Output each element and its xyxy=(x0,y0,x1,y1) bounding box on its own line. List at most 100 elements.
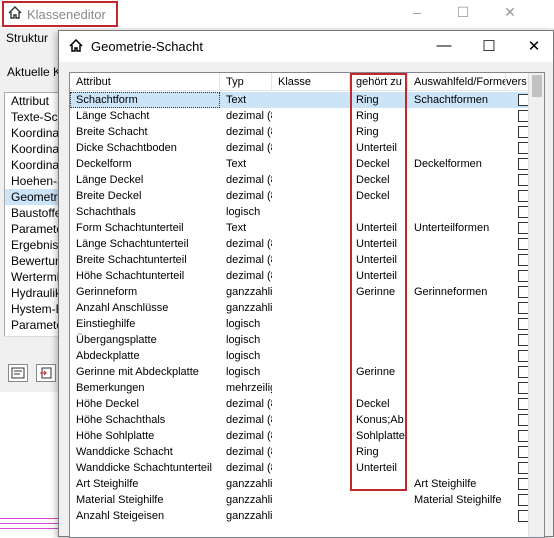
cell-attribut[interactable]: Gerinneform xyxy=(70,284,220,300)
table-row[interactable]: Höhe Deckel dezimal (8 Deckel xyxy=(70,396,544,412)
cell-attribut[interactable]: Höhe Deckel xyxy=(70,396,220,412)
cell-auswahlfeld[interactable]: Art Steighilfe xyxy=(408,476,506,492)
cell-auswahlfeld[interactable] xyxy=(408,380,506,396)
cell-attribut[interactable]: Deckelform xyxy=(70,156,220,172)
cell-gehoert-zu[interactable]: Deckel xyxy=(350,396,408,412)
class-list-item[interactable]: Parameter xyxy=(5,317,61,333)
cell-gehoert-zu[interactable] xyxy=(350,300,408,316)
cell-gehoert-zu[interactable]: Gerinne xyxy=(350,284,408,300)
cell-klasse[interactable] xyxy=(272,332,350,348)
cell-attribut[interactable]: Höhe Schachtunterteil xyxy=(70,268,220,284)
cell-typ[interactable]: logisch xyxy=(220,332,272,348)
cell-auswahlfeld[interactable]: Gerinneformen xyxy=(408,284,506,300)
cell-attribut[interactable]: Wanddicke Schachtunterteil xyxy=(70,460,220,476)
cell-typ[interactable]: dezimal (8 xyxy=(220,140,272,156)
cell-attribut[interactable]: Material Steighilfe xyxy=(70,492,220,508)
cell-attribut[interactable]: Dicke Schachtboden xyxy=(70,140,220,156)
cell-typ[interactable]: ganzzahlig xyxy=(220,508,272,524)
cell-klasse[interactable] xyxy=(272,236,350,252)
cell-gehoert-zu[interactable] xyxy=(350,332,408,348)
close-icon[interactable]: ✕ xyxy=(519,37,549,55)
class-list-item[interactable]: Koordinate xyxy=(5,157,61,173)
cell-auswahlfeld[interactable] xyxy=(408,332,506,348)
cell-auswahlfeld[interactable] xyxy=(408,268,506,284)
table-row[interactable]: Deckelform Text Deckel Deckelformen xyxy=(70,156,544,172)
maximize-icon[interactable]: ☐ xyxy=(474,37,504,55)
cell-gehoert-zu[interactable]: Ring xyxy=(350,444,408,460)
table-row[interactable]: Länge Schacht dezimal (8 Ring xyxy=(70,108,544,124)
table-row[interactable]: Material SteighilfeganzzahligMaterial St… xyxy=(70,492,544,508)
class-list-item[interactable]: Baustoffe-S xyxy=(5,205,61,221)
cell-klasse[interactable] xyxy=(272,204,350,220)
cell-typ[interactable]: ganzzahlig xyxy=(220,476,272,492)
cell-klasse[interactable] xyxy=(272,172,350,188)
cell-klasse[interactable] xyxy=(272,220,350,236)
cell-typ[interactable]: dezimal (8 xyxy=(220,188,272,204)
cell-auswahlfeld[interactable] xyxy=(408,348,506,364)
cell-gehoert-zu[interactable]: Ring xyxy=(350,92,408,108)
class-list[interactable]: AttributTexte-SchaKoordinateKoordinateKo… xyxy=(4,92,62,350)
cell-klasse[interactable] xyxy=(272,460,350,476)
cell-auswahlfeld[interactable] xyxy=(408,444,506,460)
table-row[interactable]: Übergangsplatte logisch xyxy=(70,332,544,348)
column-header-gehoert-zu[interactable]: gehört zu xyxy=(350,73,408,91)
cell-klasse[interactable] xyxy=(272,108,350,124)
cell-gehoert-zu[interactable] xyxy=(350,204,408,220)
cell-klasse[interactable] xyxy=(272,348,350,364)
cell-typ[interactable]: logisch xyxy=(220,316,272,332)
cell-typ[interactable]: Text xyxy=(220,220,272,236)
column-header-typ[interactable]: Typ xyxy=(220,73,272,91)
class-list-item[interactable]: Parameter- xyxy=(5,221,61,237)
table-row[interactable]: Wanddicke Schacht dezimal (8 Ring xyxy=(70,444,544,460)
cell-typ[interactable]: logisch xyxy=(220,364,272,380)
table-row[interactable]: Länge Schachtunterteil dezimal (8 Untertei… xyxy=(70,236,544,252)
class-list-item[interactable]: Geometrie-S xyxy=(5,189,61,205)
cell-typ[interactable]: logisch xyxy=(220,204,272,220)
cell-typ[interactable]: dezimal (8 xyxy=(220,412,272,428)
cell-auswahlfeld[interactable] xyxy=(408,204,506,220)
cell-auswahlfeld[interactable] xyxy=(408,428,506,444)
cell-klasse[interactable] xyxy=(272,316,350,332)
edit-class-button[interactable] xyxy=(8,364,28,382)
cell-attribut[interactable]: Einstieghilfe xyxy=(70,316,220,332)
cell-gehoert-zu[interactable]: Unterteil xyxy=(350,220,408,236)
cell-attribut[interactable]: Schachthals xyxy=(70,204,220,220)
cell-attribut[interactable]: Höhe Schachthals xyxy=(70,412,220,428)
cell-auswahlfeld[interactable] xyxy=(408,236,506,252)
cell-auswahlfeld[interactable] xyxy=(408,508,506,524)
cell-klasse[interactable] xyxy=(272,444,350,460)
cell-gehoert-zu[interactable]: Deckel xyxy=(350,172,408,188)
class-list-item[interactable]: Hydraulik-S xyxy=(5,285,61,301)
cell-gehoert-zu[interactable] xyxy=(350,380,408,396)
table-vertical-scrollbar[interactable] xyxy=(528,73,544,537)
cell-auswahlfeld[interactable] xyxy=(408,172,506,188)
minimize-icon[interactable]: – xyxy=(403,4,431,20)
cell-typ[interactable]: dezimal (8 xyxy=(220,108,272,124)
cell-klasse[interactable] xyxy=(272,476,350,492)
cell-klasse[interactable] xyxy=(272,268,350,284)
cell-typ[interactable]: dezimal (8 xyxy=(220,396,272,412)
cell-typ[interactable]: ganzzahlig xyxy=(220,492,272,508)
cell-klasse[interactable] xyxy=(272,428,350,444)
class-list-item[interactable]: Attribut xyxy=(5,93,61,109)
class-list-item[interactable]: Koordinate xyxy=(5,125,61,141)
class-list-item[interactable]: Texte-Scha xyxy=(5,109,61,125)
cell-gehoert-zu[interactable] xyxy=(350,316,408,332)
cell-auswahlfeld[interactable] xyxy=(408,316,506,332)
cell-attribut[interactable]: Abdeckplatte xyxy=(70,348,220,364)
cell-auswahlfeld[interactable] xyxy=(408,252,506,268)
cell-gehoert-zu[interactable] xyxy=(350,476,408,492)
class-list-item[interactable]: Hystem-Ex xyxy=(5,301,61,317)
cell-typ[interactable]: logisch xyxy=(220,348,272,364)
cell-attribut[interactable]: Wanddicke Schacht xyxy=(70,444,220,460)
cell-gehoert-zu[interactable]: Unterteil xyxy=(350,140,408,156)
table-row[interactable]: Schachtform Text Ring Schachtformen xyxy=(70,92,544,108)
cell-gehoert-zu[interactable] xyxy=(350,492,408,508)
cell-attribut[interactable]: Breite Schacht xyxy=(70,124,220,140)
cell-auswahlfeld[interactable] xyxy=(408,460,506,476)
table-row[interactable]: Breite Schachtunterteil dezimal (8 Unterte… xyxy=(70,252,544,268)
cell-klasse[interactable] xyxy=(272,412,350,428)
cell-typ[interactable]: Text xyxy=(220,156,272,172)
cell-auswahlfeld[interactable] xyxy=(408,124,506,140)
class-list-item[interactable]: Wertermittl xyxy=(5,269,61,285)
